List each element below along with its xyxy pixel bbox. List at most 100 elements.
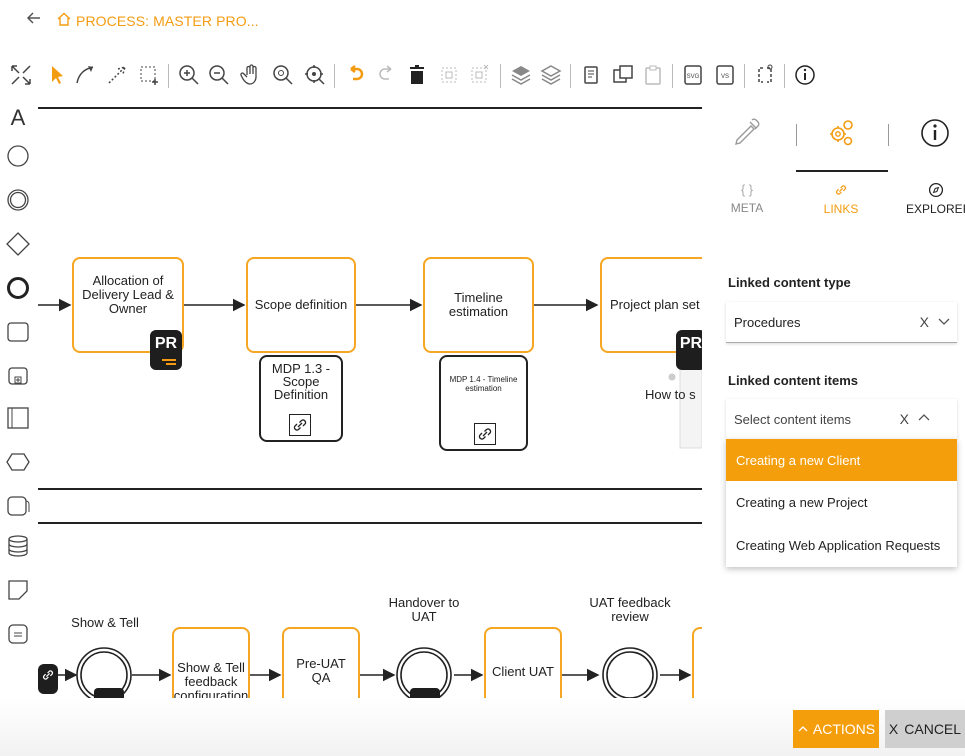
svg-text:SVG: SVG: [687, 74, 700, 80]
connector-settings-icon[interactable]: [752, 62, 778, 88]
bring-front-layers-icon[interactable]: [508, 62, 534, 88]
compass-icon: [906, 182, 965, 198]
hand-pan-icon[interactable]: [238, 62, 264, 88]
tab-explorer[interactable]: EXPLORER: [906, 182, 965, 216]
chevron-up-icon: [798, 726, 808, 732]
task-label: Show & Tell feedback configuration: [173, 660, 249, 699]
badge-label: PR: [154, 335, 178, 352]
redo-icon[interactable]: [374, 62, 400, 88]
task-scope-definition[interactable]: Scope definition: [246, 257, 356, 353]
text-tool-icon[interactable]: A: [6, 104, 30, 132]
gateway-diamond-icon[interactable]: [6, 230, 30, 258]
delete-trash-icon[interactable]: [404, 62, 430, 88]
linked-type-label: Linked content type: [728, 275, 851, 290]
task-label: Allocation of Delivery Lead & Owner: [82, 273, 174, 316]
task-label: Project plan set up: [610, 297, 702, 312]
task-partial[interactable]: [692, 627, 702, 698]
paste-icon[interactable]: [640, 62, 666, 88]
breadcrumb-title[interactable]: PROCESS: MASTER PRO...: [76, 13, 259, 29]
option-item[interactable]: Creating a new Client: [726, 439, 957, 481]
undo-icon[interactable]: [342, 62, 368, 88]
event-label-uat-review: UAT feedback review: [589, 595, 671, 624]
style-dropper-icon[interactable]: [730, 114, 764, 153]
back-arrow-icon[interactable]: [26, 10, 42, 31]
home-icon[interactable]: [56, 11, 72, 27]
option-item[interactable]: Creating a new Project: [726, 481, 957, 524]
cancel-button[interactable]: X CANCEL: [885, 710, 965, 748]
linked-doc-scope[interactable]: MDP 1.3 - Scope Definition: [259, 355, 343, 442]
select-pointer-icon[interactable]: [44, 62, 70, 88]
lasso-select-icon[interactable]: [136, 62, 162, 88]
breadcrumb: PROCESS: MASTER PRO...: [0, 0, 965, 42]
link-icon: [474, 423, 496, 445]
event-label-handover: Handover to UAT: [388, 595, 460, 624]
actions-button[interactable]: ACTIONS: [793, 710, 879, 748]
duplicate-icon[interactable]: [610, 62, 636, 88]
intermediate-event-icon[interactable]: [6, 186, 30, 214]
clear-icon[interactable]: X: [900, 411, 909, 427]
linked-doc-timeline[interactable]: MDP 1.4 - Timeline estimation: [439, 355, 528, 451]
end-event-icon[interactable]: [6, 274, 30, 302]
tab-meta[interactable]: { } META: [722, 182, 772, 215]
option-item[interactable]: Creating Web Application Requests: [726, 524, 957, 567]
connector-line-icon[interactable]: [104, 62, 130, 88]
task-rect-icon[interactable]: [6, 318, 30, 346]
task-label: Scope definition: [254, 297, 348, 312]
task-label: Pre-UAT QA: [296, 656, 346, 685]
info-icon[interactable]: [792, 62, 818, 88]
start-event-circle-icon[interactable]: [6, 142, 30, 170]
group-icon[interactable]: [436, 62, 462, 88]
linked-items-label: Linked content items: [728, 373, 859, 388]
close-icon: X: [888, 721, 899, 737]
link-badge[interactable]: [38, 664, 58, 694]
diagram-canvas[interactable]: Allocation of Delivery Lead & Owner PR S…: [38, 98, 702, 698]
task-show-tell-feedback[interactable]: Show & Tell feedback configuration: [172, 627, 250, 698]
select-value: Procedures: [734, 314, 801, 330]
copy-icon[interactable]: [578, 62, 604, 88]
tab-label: LINKS: [823, 202, 859, 216]
chevron-up-icon[interactable]: [917, 411, 931, 430]
zoom-target-icon[interactable]: [302, 62, 328, 88]
event-label-show-tell: Show & Tell: [71, 615, 139, 630]
task-pre-uat-qa[interactable]: Pre-UAT QA: [282, 627, 360, 698]
export-svg-icon[interactable]: SVG: [680, 62, 706, 88]
settings-gears-icon[interactable]: [826, 116, 858, 153]
properties-panel: { } META LINKS EXPLORER Linked content t…: [702, 98, 965, 698]
toolbar: SVG VS: [0, 54, 965, 98]
fit-screen-icon[interactable]: [8, 62, 34, 88]
link-icon: [816, 182, 866, 198]
info-circle-icon[interactable]: [920, 118, 950, 153]
zoom-out-icon[interactable]: [206, 62, 232, 88]
select-placeholder: Select content items: [734, 411, 852, 427]
task-client-uat[interactable]: Client UAT: [484, 627, 562, 698]
subprocess-icon[interactable]: [6, 362, 30, 390]
data-object-icon[interactable]: [6, 492, 30, 520]
svg-text:VS: VS: [721, 74, 729, 80]
clear-icon[interactable]: X: [920, 314, 929, 330]
zoom-in-icon[interactable]: [176, 62, 202, 88]
options-dropdown: Creating a new Client Creating a new Pro…: [726, 439, 957, 567]
document-icon[interactable]: [6, 620, 30, 648]
braces-icon: { }: [740, 182, 754, 197]
annotation-icon[interactable]: [6, 576, 30, 604]
tab-links[interactable]: LINKS: [816, 182, 866, 216]
database-icon[interactable]: [6, 532, 30, 560]
pool-lane-icon[interactable]: [6, 404, 30, 432]
zoom-fit-icon[interactable]: [270, 62, 296, 88]
export-vs-icon[interactable]: VS: [712, 62, 738, 88]
send-back-layers-icon[interactable]: [538, 62, 564, 88]
procedure-badge[interactable]: PR: [150, 330, 182, 370]
ungroup-icon[interactable]: [466, 62, 492, 88]
link-icon: [289, 414, 311, 436]
task-label: Client UAT: [492, 664, 554, 679]
doc-label: MDP 1.4 - Timeline estimation: [449, 375, 518, 393]
connector-curve-icon[interactable]: [72, 62, 98, 88]
doc-label: MDP 1.3 - Scope Definition: [271, 361, 331, 402]
button-label: ACTIONS: [812, 721, 876, 737]
hexagon-icon[interactable]: [6, 448, 30, 476]
linked-items-select[interactable]: Select content items X: [726, 399, 957, 439]
linked-type-select[interactable]: Procedures X: [726, 302, 957, 343]
procedure-badge-partial[interactable]: PR: [676, 330, 702, 370]
chevron-down-icon[interactable]: [937, 314, 951, 333]
task-timeline-estimation[interactable]: Timeline estimation: [423, 257, 534, 353]
